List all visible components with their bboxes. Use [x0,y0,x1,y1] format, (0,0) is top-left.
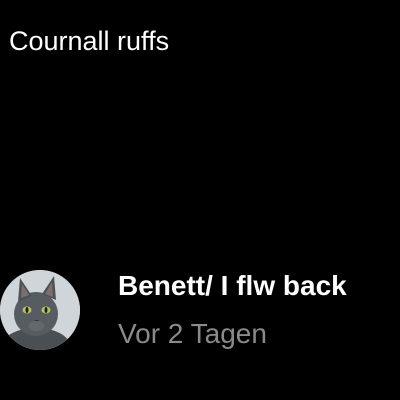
cat-avatar-icon [0,270,80,350]
list-item-title: Benett/ I flw back [118,270,347,301]
screen: Cournall ruffs Benett/ I flw back Vor 2 … [0,0,400,400]
page-title: Cournall ruffs [9,26,170,56]
avatar[interactable] [0,270,80,350]
list-item-timestamp: Vor 2 Tagen [118,318,267,349]
list-item[interactable]: Benett/ I flw back Vor 2 Tagen [0,262,400,362]
